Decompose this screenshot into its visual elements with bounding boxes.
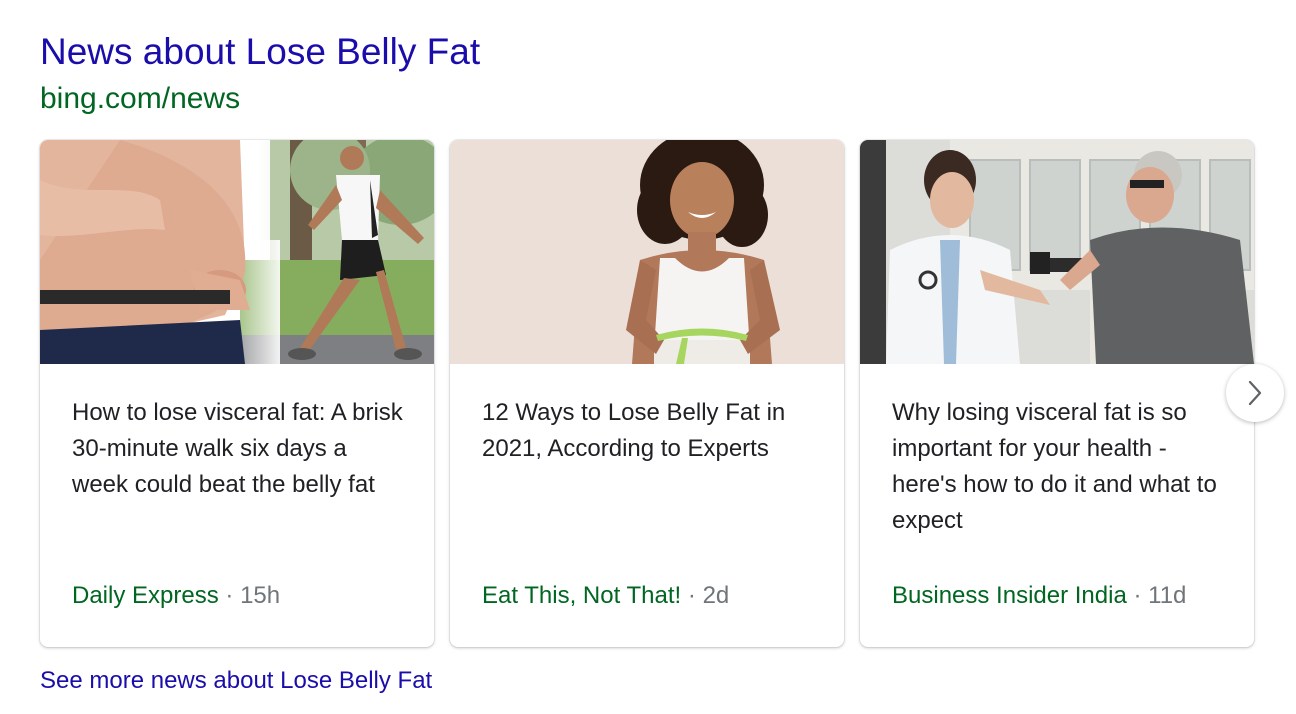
- news-card-age: 15h: [240, 582, 281, 609]
- news-section-title[interactable]: News about Lose Belly Fat: [40, 30, 480, 74]
- news-card-image-walking[interactable]: [40, 140, 434, 364]
- news-card-image-tape-measure[interactable]: [450, 140, 844, 364]
- news-card-image-doctor-scale[interactable]: [860, 140, 1254, 364]
- news-card-3[interactable]: Why losing visceral fat is so important …: [860, 140, 1254, 647]
- news-card-headline[interactable]: 12 Ways to Lose Belly Fat in 2021, Accor…: [482, 395, 817, 467]
- news-card-publisher: Daily Express: [72, 582, 219, 609]
- chevron-right-icon: [1244, 378, 1266, 408]
- news-card-publisher: Business Insider India: [892, 582, 1127, 609]
- news-card-headline[interactable]: How to lose visceral fat: A brisk 30-min…: [72, 395, 407, 503]
- carousel-next-button[interactable]: [1226, 364, 1284, 422]
- news-card-meta: Eat This, Not That! · 2d: [482, 580, 729, 612]
- meta-separator: ·: [225, 582, 234, 609]
- meta-separator: ·: [687, 582, 696, 609]
- news-card-meta: Business Insider India · 11d: [892, 580, 1186, 612]
- see-more-news-link[interactable]: See more news about Lose Belly Fat: [40, 664, 432, 698]
- news-card-headline[interactable]: Why losing visceral fat is so important …: [892, 395, 1227, 539]
- news-card-2[interactable]: 12 Ways to Lose Belly Fat in 2021, Accor…: [450, 140, 844, 647]
- news-card-1[interactable]: How to lose visceral fat: A brisk 30-min…: [40, 140, 434, 647]
- news-source-url: bing.com/news: [40, 82, 241, 115]
- news-card-age: 2d: [702, 582, 730, 609]
- news-card-publisher: Eat This, Not That!: [482, 582, 682, 609]
- news-card-meta: Daily Express · 15h: [72, 580, 280, 612]
- news-card-age: 11d: [1148, 582, 1187, 609]
- meta-separator: ·: [1133, 582, 1142, 609]
